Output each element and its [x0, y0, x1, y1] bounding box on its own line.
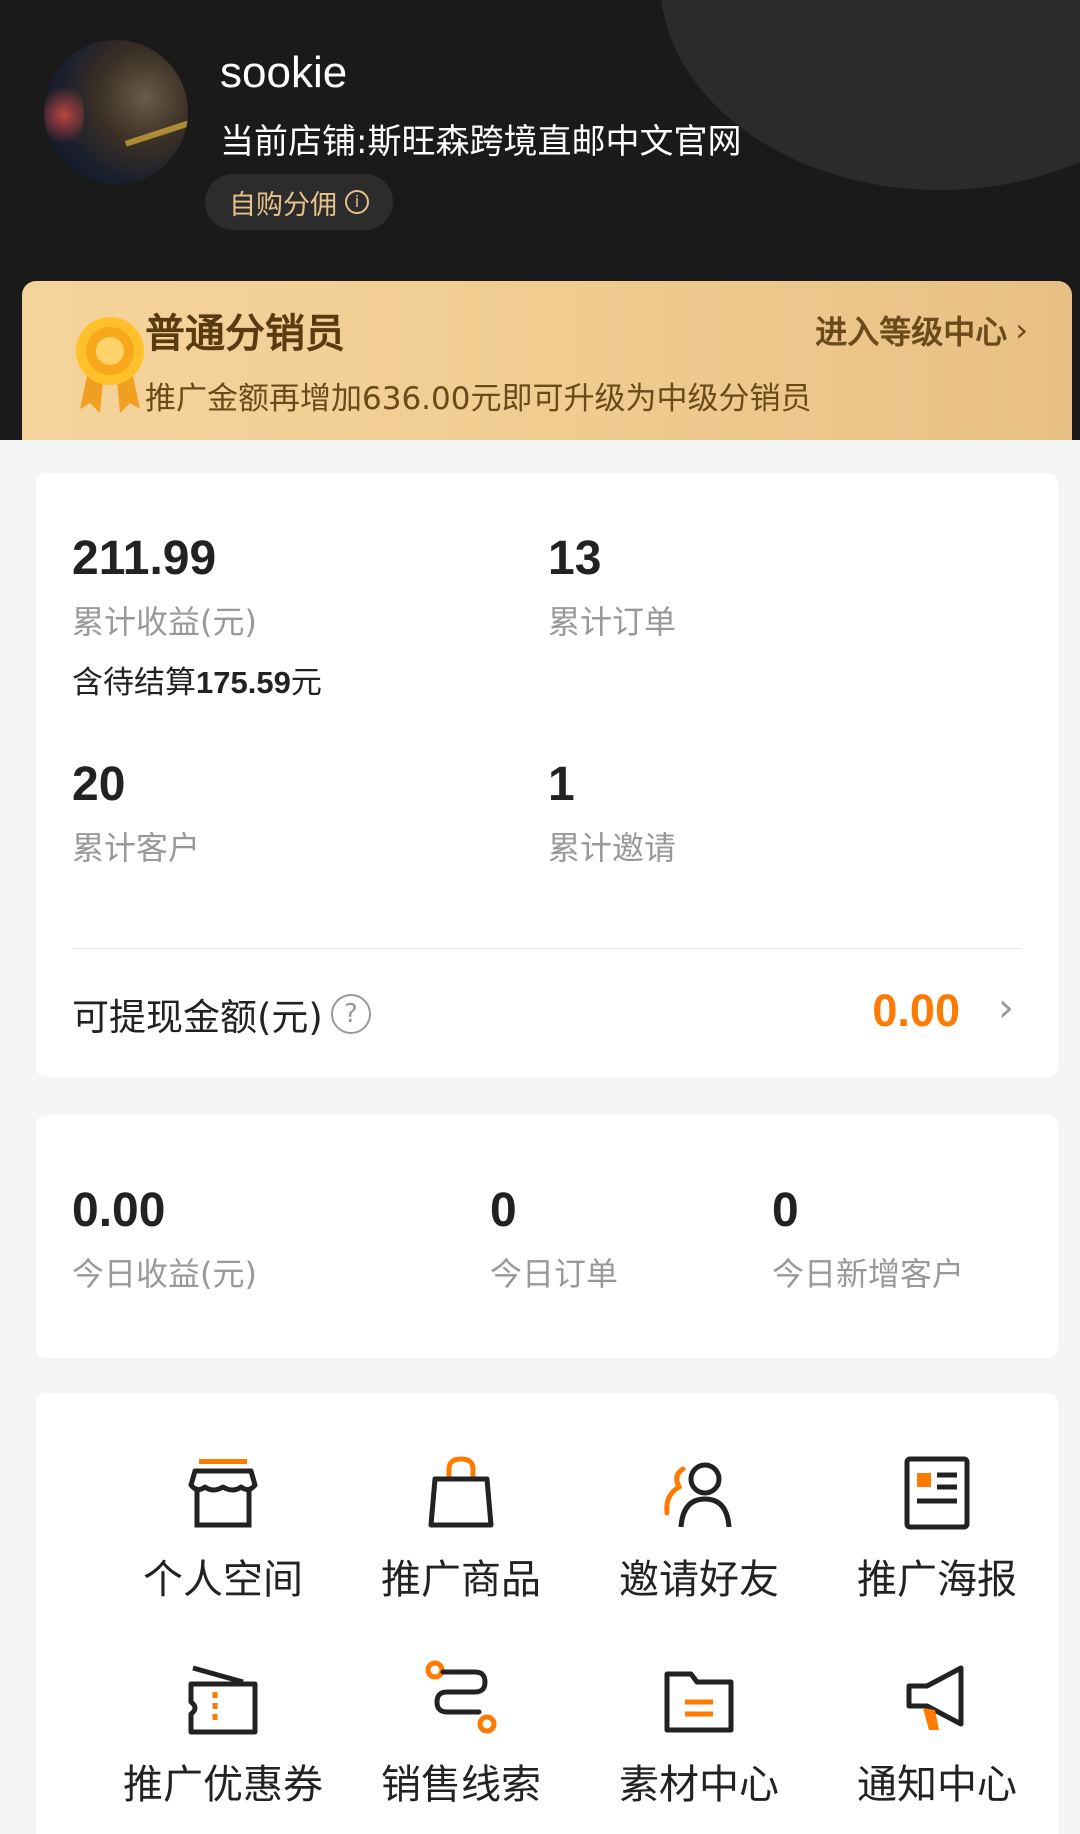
stat-label: 今日订单	[490, 1255, 619, 1293]
level-upgrade-hint: 推广金额再增加636.00元即可升级为中级分销员	[145, 381, 812, 417]
menu-label: 个人空间	[143, 1557, 303, 1603]
menu-label: 通知中心	[857, 1762, 1017, 1808]
feature-menu: 个人空间 推广商品 邀请好友 推广海报 推广优惠券 销售线索 素材中心 通知中心	[36, 1393, 1058, 1834]
shopping-bag-icon	[428, 1456, 494, 1528]
info-icon: i	[345, 190, 369, 214]
self-purchase-commission-badge[interactable]: 自购分佣 i	[205, 174, 393, 230]
stat-label: 累计客户	[72, 829, 201, 867]
menu-item-personal-space[interactable]: 个人空间	[108, 1455, 338, 1605]
withdraw-label: 可提现金额(元)	[72, 996, 323, 1039]
menu-item-material-center[interactable]: 素材中心	[584, 1660, 814, 1810]
stat-value: 211.99	[72, 532, 217, 585]
username: sookie	[220, 48, 348, 97]
menu-label: 推广优惠券	[123, 1762, 323, 1808]
level-title: 普通分销员	[145, 311, 345, 357]
menu-label: 推广海报	[857, 1557, 1017, 1603]
level-card[interactable]: 普通分销员 进入等级中心 › 推广金额再增加636.00元即可升级为中级分销员	[22, 281, 1072, 440]
menu-label: 推广商品	[381, 1557, 541, 1603]
today-stats-card: 0.00 今日收益(元) 0 今日订单 0 今日新增客户	[36, 1115, 1058, 1358]
stat-value: 0.00	[72, 1184, 166, 1237]
stat-cumulative-earnings[interactable]: 211.99 累计收益(元) 含待结算175.59元	[72, 529, 322, 702]
pill-label: 自购分佣	[229, 189, 337, 221]
pending-settlement: 含待结算175.59元	[72, 657, 322, 702]
stat-value: 1	[548, 758, 575, 811]
menu-item-invite-friends[interactable]: 邀请好友	[584, 1455, 814, 1605]
help-icon[interactable]: ?	[330, 994, 371, 1034]
stat-label: 今日新增客户	[772, 1255, 965, 1293]
pending-value: 175.59	[196, 665, 291, 700]
pending-suffix: 元	[290, 665, 322, 701]
folder-icon	[664, 1671, 734, 1733]
withdraw-amount: 0.00	[872, 985, 960, 1036]
stat-today-new-customers[interactable]: 0 今日新增客户	[772, 1181, 964, 1295]
stat-today-earnings[interactable]: 0.00 今日收益(元)	[72, 1181, 257, 1295]
avatar[interactable]	[44, 40, 188, 184]
stat-value: 0	[772, 1184, 799, 1237]
pending-prefix: 含待结算	[72, 665, 196, 701]
menu-item-sales-leads[interactable]: 销售线索	[346, 1660, 576, 1810]
stat-value: 13	[548, 532, 602, 585]
sales-leads-icon	[425, 1660, 497, 1734]
megaphone-icon	[906, 1665, 964, 1730]
stat-cumulative-orders[interactable]: 13 累计订单	[548, 529, 676, 643]
poster-icon	[904, 1456, 970, 1530]
menu-item-promo-poster[interactable]: 推广海报	[822, 1455, 1052, 1605]
stat-today-orders[interactable]: 0 今日订单	[490, 1181, 618, 1295]
cumulative-stats-card: 211.99 累计收益(元) 含待结算175.59元 13 累计订单 20 累计…	[36, 473, 1058, 1077]
current-store: 当前店铺:斯旺森跨境直邮中文官网	[220, 122, 742, 162]
menu-item-notification-center[interactable]: 通知中心	[822, 1660, 1052, 1810]
stat-value: 20	[72, 758, 126, 811]
stat-label: 累计邀请	[548, 829, 677, 867]
chevron-right-icon: ›	[998, 985, 1014, 1031]
stat-value: 0	[490, 1184, 517, 1237]
menu-label: 销售线索	[381, 1762, 541, 1808]
menu-label: 邀请好友	[619, 1557, 779, 1603]
stat-label: 累计订单	[548, 603, 677, 641]
store-icon	[188, 1459, 258, 1528]
withdrawable-amount-row[interactable]: 可提现金额(元) ? 0.00 ›	[36, 949, 1058, 1077]
level-center-link[interactable]: 进入等级中心 ›	[815, 307, 1028, 353]
stat-label: 累计收益(元)	[72, 603, 257, 641]
menu-label: 素材中心	[619, 1762, 779, 1808]
invite-friends-icon	[664, 1462, 732, 1528]
menu-item-promote-products[interactable]: 推广商品	[346, 1455, 576, 1605]
level-center-label: 进入等级中心	[815, 313, 1008, 351]
stat-label: 今日收益(元)	[72, 1255, 257, 1293]
chevron-right-icon: ›	[1015, 311, 1028, 349]
coupon-icon	[188, 1665, 258, 1735]
menu-item-promo-coupons[interactable]: 推广优惠券	[108, 1660, 338, 1810]
stat-cumulative-customers[interactable]: 20 累计客户	[72, 755, 200, 869]
stat-cumulative-invites[interactable]: 1 累计邀请	[548, 755, 676, 869]
